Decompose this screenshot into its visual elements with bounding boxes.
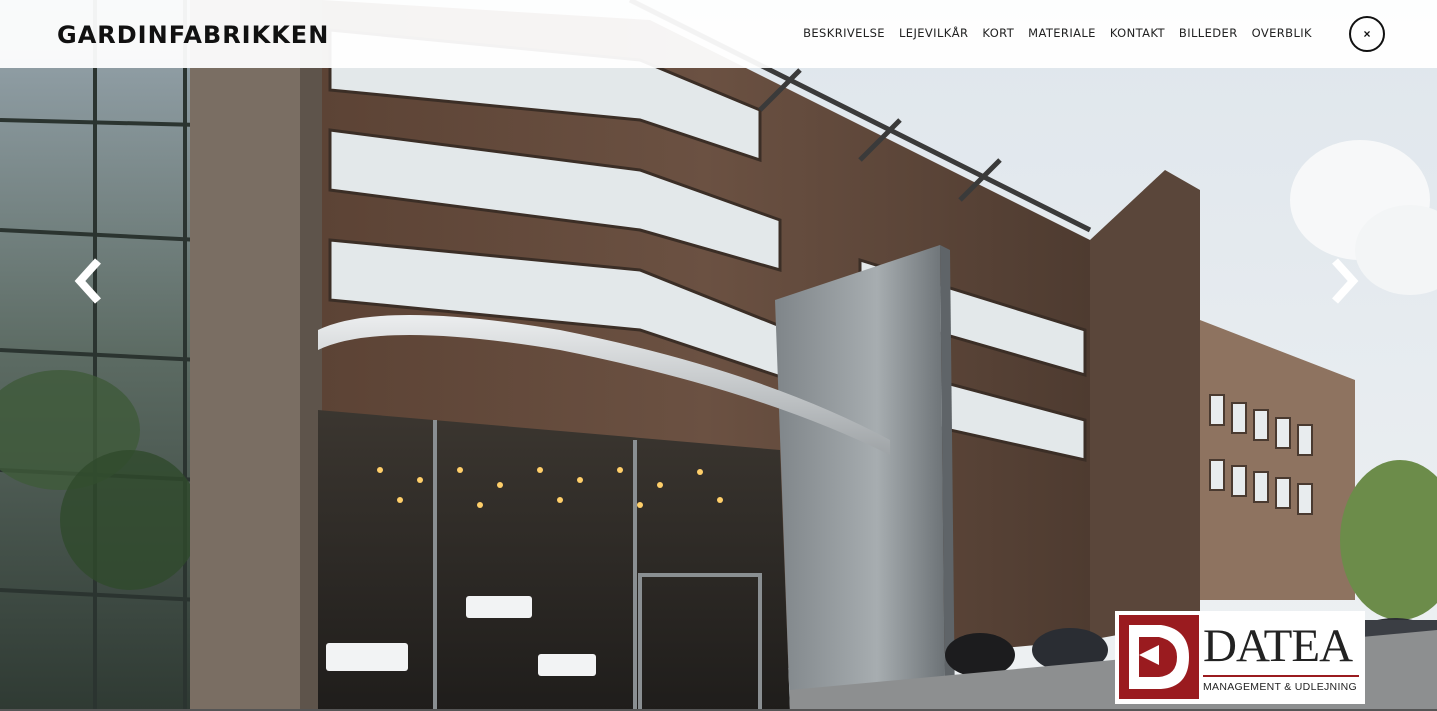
close-icon: × — [1363, 27, 1371, 41]
carousel-next-button[interactable] — [1325, 255, 1365, 307]
nav-item-beskrivelse[interactable]: BESKRIVELSE — [803, 26, 885, 40]
badge-company-name: DATEA — [1203, 620, 1353, 672]
chevron-left-icon — [74, 258, 101, 304]
building-photo — [0, 0, 1437, 711]
datea-badge[interactable]: DATEA MANAGEMENT & UDLEJNING — [1115, 611, 1365, 704]
site-logo[interactable]: GARDINFABRIKKEN — [57, 21, 329, 49]
nav-item-materiale[interactable]: MATERIALE — [1028, 26, 1096, 40]
chevron-right-icon — [1332, 258, 1359, 304]
nav-item-billeder[interactable]: BILLEDER — [1179, 26, 1238, 40]
main-nav: BESKRIVELSE LEJEVILKÅR KORT MATERIALE KO… — [803, 26, 1312, 40]
close-menu-button[interactable]: × — [1349, 16, 1385, 52]
badge-subtitle: MANAGEMENT & UDLEJNING — [1203, 681, 1358, 693]
nav-item-kontakt[interactable]: KONTAKT — [1110, 26, 1165, 40]
carousel-prev-button[interactable] — [68, 255, 108, 307]
nav-item-lejevilkar[interactable]: LEJEVILKÅR — [899, 26, 968, 40]
datea-logo-mark — [1119, 615, 1199, 699]
site-header: GARDINFABRIKKEN BESKRIVELSE LEJEVILKÅR K… — [0, 0, 1437, 68]
nav-item-kort[interactable]: KORT — [982, 26, 1014, 40]
hero-image — [0, 0, 1437, 711]
nav-item-overblik[interactable]: OVERBLIK — [1252, 26, 1312, 40]
badge-divider — [1203, 675, 1359, 677]
